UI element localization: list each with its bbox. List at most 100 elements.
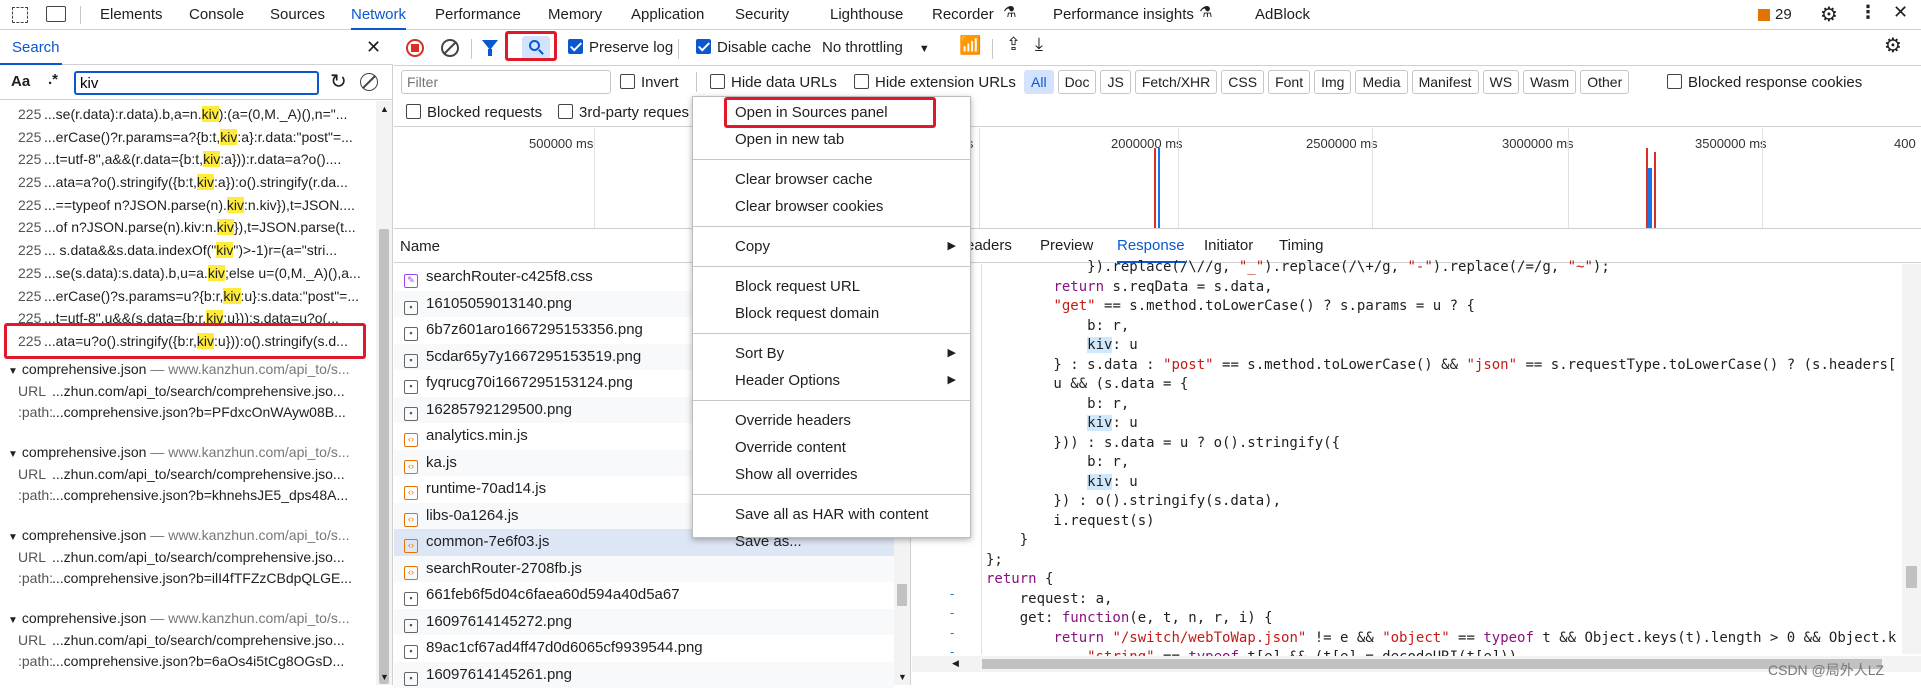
network-conditions-icon[interactable]: 📶 xyxy=(959,35,981,56)
result-file-header[interactable]: ▼comprehensive.json — www.kanzhun.com/ap… xyxy=(0,442,375,464)
third-party-requests-checkbox[interactable]: 3rd-party reques xyxy=(558,104,689,121)
result-url-row[interactable]: URL...zhun.com/api_to/search/comprehensi… xyxy=(0,464,375,486)
tab-headers[interactable]: eaders xyxy=(966,231,1012,261)
type-filter-fetchxhr[interactable]: Fetch/XHR xyxy=(1135,70,1217,94)
menu-item-copy[interactable]: Copy▶ xyxy=(693,233,970,260)
menu-item-show-all-overrides[interactable]: Show all overrides xyxy=(693,461,970,488)
tab-preview[interactable]: Preview xyxy=(1040,231,1093,261)
search-icon[interactable] xyxy=(522,36,550,60)
type-filter-ws[interactable]: WS xyxy=(1483,70,1520,94)
request-row[interactable]: ▪661feb6f5d04c6faea60d594a40d5a67 xyxy=(394,582,894,609)
tab-memory[interactable]: Memory xyxy=(548,0,602,30)
export-har-icon[interactable]: ⤓ xyxy=(1035,34,1043,55)
blocked-requests-checkbox[interactable]: Blocked requests xyxy=(406,104,542,121)
type-filter-other[interactable]: Other xyxy=(1580,70,1629,94)
result-path-row[interactable]: :path:...comprehensive.json?b=6aOs4i5tCg… xyxy=(0,651,375,673)
type-filter-css[interactable]: CSS xyxy=(1221,70,1264,94)
hide-data-urls-checkbox[interactable]: Hide data URLs xyxy=(710,74,837,91)
refresh-icon[interactable]: ↻ xyxy=(330,69,347,94)
type-filter-manifest[interactable]: Manifest xyxy=(1412,70,1479,94)
network-settings-icon[interactable]: ⚙ xyxy=(1884,33,1902,58)
request-row[interactable]: ▪16097614145261.png xyxy=(394,662,894,688)
tab-recorder[interactable]: Recorder xyxy=(932,0,994,30)
expand-arrow-icon[interactable]: ▼ xyxy=(8,449,18,460)
search-result-row[interactable]: 225...se(s.data):s.data).b,u=a.kiv;else … xyxy=(0,262,375,285)
menu-item-clear-browser-cookies[interactable]: Clear browser cookies xyxy=(693,193,970,220)
search-result-row[interactable]: 225...ata=u?o().stringify({b:r,kiv:u})):… xyxy=(0,330,375,353)
tab-adblock[interactable]: AdBlock xyxy=(1255,0,1310,30)
type-filter-font[interactable]: Font xyxy=(1268,70,1310,94)
match-case-button[interactable]: Aa xyxy=(11,73,30,90)
menu-item-override-headers[interactable]: Override headers xyxy=(693,407,970,434)
menu-item-open-in-sources-panel[interactable]: Open in Sources panel xyxy=(693,99,970,126)
type-filter-doc[interactable]: Doc xyxy=(1058,70,1097,94)
result-url-row[interactable]: URL...zhun.com/api_to/search/comprehensi… xyxy=(0,547,375,569)
search-result-row[interactable]: 225... s.data&&s.data.indexOf("kiv")>-1)… xyxy=(0,239,375,262)
result-url-row[interactable]: URL...zhun.com/api_to/search/comprehensi… xyxy=(0,381,375,403)
preserve-log-checkbox[interactable]: Preserve log xyxy=(568,39,673,56)
scrollbar-thumb[interactable] xyxy=(982,659,1882,669)
hide-extension-urls-checkbox[interactable]: Hide extension URLs xyxy=(854,74,1016,91)
invert-checkbox[interactable]: Invert xyxy=(620,74,679,91)
menu-item-override-content[interactable]: Override content xyxy=(693,434,970,461)
tab-console[interactable]: Console xyxy=(189,0,244,30)
search-result-row[interactable]: 225...==typeof n?JSON.parse(n).kiv:n.kiv… xyxy=(0,194,375,217)
blocked-response-cookies-checkbox[interactable]: Blocked response cookies xyxy=(1667,74,1862,91)
tab-performance-insights[interactable]: Performance insights xyxy=(1053,0,1194,30)
more-options-icon[interactable]: ⋮ xyxy=(1859,2,1877,23)
search-result-row[interactable]: 225...ata=a?o().stringify({b:t,kiv:a}):o… xyxy=(0,171,375,194)
device-toolbar-icon[interactable] xyxy=(46,6,66,22)
result-path-row[interactable]: :path:...comprehensive.json?b=khnehsJE5_… xyxy=(0,485,375,507)
search-result-row[interactable]: 225...erCase()?s.params=u?{b:r,kiv:u}:s.… xyxy=(0,285,375,308)
expand-arrow-icon[interactable]: ▼ xyxy=(8,615,18,626)
result-url-row[interactable]: URL...zhun.com/api_to/search/comprehensi… xyxy=(0,630,375,652)
tab-performance[interactable]: Performance xyxy=(435,0,521,30)
scrollbar-thumb[interactable] xyxy=(897,584,907,606)
search-result-row[interactable]: 225...se(r.data):r.data).b,a=n.kiv):(a=(… xyxy=(0,103,375,126)
inspect-element-icon[interactable] xyxy=(12,7,28,23)
menu-item-clear-browser-cache[interactable]: Clear browser cache xyxy=(693,166,970,193)
menu-item-save-as[interactable]: Save as... xyxy=(693,528,970,555)
search-result-row[interactable]: 225...erCase()?r.params=a?{b:t,kiv:a}:r.… xyxy=(0,126,375,149)
close-devtools-icon[interactable]: ✕ xyxy=(1893,2,1908,23)
search-input[interactable] xyxy=(74,71,319,95)
search-result-row[interactable]: 225...of n?JSON.parse(n).kiv:n.kiv}),t=J… xyxy=(0,216,375,239)
type-filter-media[interactable]: Media xyxy=(1355,70,1407,94)
timeline-overview[interactable]: 500000 ms ms 2000000 ms 2500000 ms 30000… xyxy=(394,128,1921,229)
scrollbar-thumb[interactable] xyxy=(1906,566,1917,588)
tab-application[interactable]: Application xyxy=(631,0,704,30)
menu-item-open-in-new-tab[interactable]: Open in new tab xyxy=(693,126,970,153)
close-search-icon[interactable]: ✕ xyxy=(366,37,381,58)
menu-item-sort-by[interactable]: Sort By▶ xyxy=(693,340,970,367)
issues-badge[interactable]: 29 xyxy=(1758,6,1792,23)
code-vscrollbar[interactable] xyxy=(1902,264,1921,654)
menu-item-block-request-url[interactable]: Block request URL xyxy=(693,273,970,300)
request-row[interactable]: ▪16097614145272.png xyxy=(394,609,894,636)
search-results-scrollbar[interactable]: ▲ ▼ xyxy=(376,101,392,685)
tab-lighthouse[interactable]: Lighthouse xyxy=(830,0,903,30)
tab-initiator[interactable]: Initiator xyxy=(1204,231,1253,261)
throttling-select[interactable]: No throttling▼ xyxy=(822,39,930,56)
result-file-header[interactable]: ▼comprehensive.json — www.kanzhun.com/ap… xyxy=(0,525,375,547)
tab-timing[interactable]: Timing xyxy=(1279,231,1323,261)
disable-cache-checkbox[interactable]: Disable cache xyxy=(696,39,811,56)
tab-elements[interactable]: Elements xyxy=(100,0,163,30)
type-filter-img[interactable]: Img xyxy=(1314,70,1351,94)
result-path-row[interactable]: :path:...comprehensive.json?b=PFdxcOnWAy… xyxy=(0,402,375,424)
search-result-row[interactable]: 225...t=utf-8",u&&(s.data={b:r,kiv:u})):… xyxy=(0,307,375,330)
result-path-row[interactable]: :path:...comprehensive.json?b=ilI4fTFZzC… xyxy=(0,568,375,590)
result-file-header[interactable]: ▼comprehensive.json — www.kanzhun.com/ap… xyxy=(0,608,375,630)
menu-item-block-request-domain[interactable]: Block request domain xyxy=(693,300,970,327)
menu-item-save-all-as-har-with-content[interactable]: Save all as HAR with content xyxy=(693,501,970,528)
request-row[interactable]: ▪89ac1cf67ad4ff47d0d6065cf9939544.png xyxy=(394,635,894,662)
filter-input[interactable] xyxy=(401,70,611,94)
expand-arrow-icon[interactable]: ▼ xyxy=(8,532,18,543)
type-filter-all[interactable]: All xyxy=(1024,70,1054,94)
request-row[interactable]: ‹›searchRouter-2708fb.js xyxy=(394,556,894,583)
import-har-icon[interactable]: ⇪ xyxy=(1006,34,1021,55)
menu-item-header-options[interactable]: Header Options▶ xyxy=(693,367,970,394)
scrollbar-thumb[interactable] xyxy=(379,229,389,684)
response-code[interactable]: }).replace(/\//g, "_").replace(/\+/g, "-… xyxy=(986,258,1900,656)
type-filter-js[interactable]: JS xyxy=(1100,70,1130,94)
settings-gear-icon[interactable]: ⚙ xyxy=(1820,2,1838,27)
